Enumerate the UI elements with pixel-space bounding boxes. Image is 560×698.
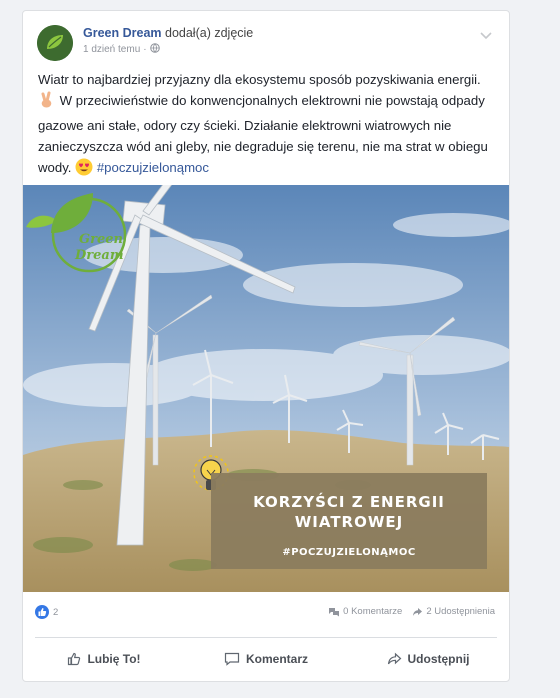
meta-separator: · — [143, 44, 147, 55]
comments-count[interactable]: 0 Komentarze — [328, 606, 402, 617]
post-meta: 1 dzień temu · — [83, 43, 160, 56]
actions-divider — [35, 637, 497, 638]
author-name[interactable]: Green Dream — [83, 26, 162, 40]
banner-title-line1: KORZYŚCI Z ENERGII — [253, 492, 445, 511]
info-banner: KORZYŚCI Z ENERGII WIATROWEJ #POCZUJZIEL… — [211, 473, 487, 569]
logo-text-dream: Dream — [74, 248, 124, 263]
comments-count-label: 0 Komentarze — [343, 606, 403, 617]
post-action: dodał(a) zdjęcie — [165, 26, 254, 40]
share-button-label: Udostępnij — [407, 652, 470, 666]
comment-button-label: Komentarz — [245, 652, 308, 666]
post-time[interactable]: 1 dzień temu — [83, 44, 140, 55]
share-icon — [387, 652, 401, 665]
share-button[interactable]: Udostępnij — [347, 639, 509, 679]
post-stats: 2 0 Komentarze 2 Udostępnienia — [23, 603, 509, 623]
share-arrow-icon — [413, 607, 423, 616]
comment-bubbles-icon — [329, 607, 340, 616]
like-count[interactable]: 2 — [53, 607, 58, 618]
globe-icon — [149, 43, 160, 56]
like-reaction-badge[interactable] — [35, 605, 49, 619]
page-avatar[interactable] — [37, 25, 73, 61]
shares-count[interactable]: 2 Udostępnienia — [412, 606, 495, 617]
comment-icon — [224, 652, 240, 666]
banner-hashtag: #POCZUJZIELONĄMOC — [282, 547, 415, 558]
post-text: Wiatr to najbardziej przyjazny dla ekosy… — [38, 69, 498, 182]
shares-count-label: 2 Udostępnienia — [426, 606, 495, 617]
chevron-down-icon[interactable] — [479, 27, 493, 45]
banner-title-line2: WIATROWEJ — [295, 513, 403, 531]
engagement-counts: 0 Komentarze 2 Udostępnienia — [328, 606, 495, 617]
post-text-line1: Wiatr to najbardziej przyjazny dla ekosy… — [38, 72, 481, 87]
victory-hand-emoji — [38, 91, 56, 115]
post-card: Green Dream dodał(a) zdjęcie 1 dzień tem… — [22, 10, 510, 682]
like-button-label: Lubię To! — [87, 652, 141, 666]
post-actions: Lubię To! Komentarz Udostępnij — [23, 639, 509, 679]
heart-eyes-emoji — [75, 158, 93, 182]
post-header: Green Dream dodał(a) zdjęcie — [83, 26, 253, 40]
like-icon — [68, 652, 81, 666]
post-image[interactable]: Green Dream KORZYŚCI Z ENERGII WIATROWEJ… — [23, 185, 509, 592]
comment-button[interactable]: Komentarz — [185, 639, 347, 679]
hashtag-link[interactable]: #poczujzielonąmoc — [97, 160, 209, 175]
like-button[interactable]: Lubię To! — [23, 639, 185, 679]
logo-text-green: Green — [79, 232, 123, 247]
